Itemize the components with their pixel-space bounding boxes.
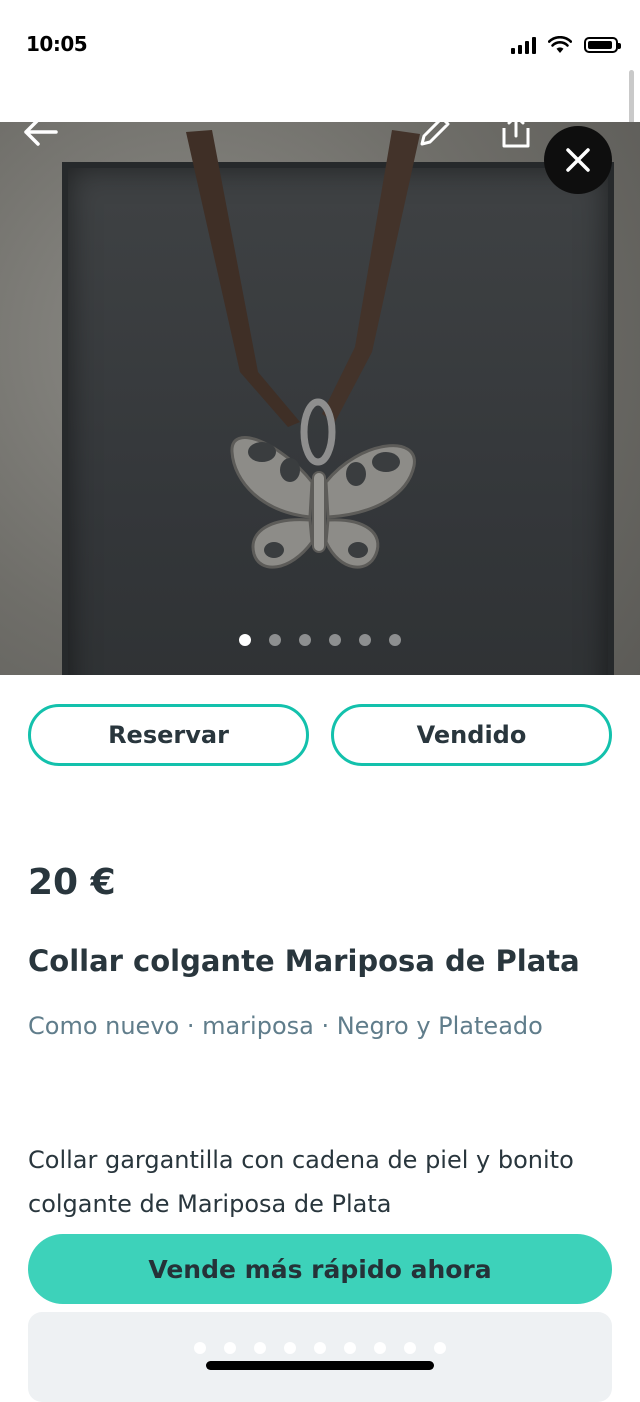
promo-dot	[314, 1342, 326, 1354]
promo-dot	[254, 1342, 266, 1354]
wifi-icon	[548, 36, 572, 53]
reserve-button[interactable]: Reservar	[28, 704, 309, 766]
promo-dot	[284, 1342, 296, 1354]
status-bar: 10:05	[0, 0, 640, 95]
item-attributes: Como nuevo · mariposa · Negro y Plateado	[28, 1012, 543, 1040]
gallery-dot[interactable]	[239, 634, 251, 646]
status-time: 10:05	[26, 32, 88, 56]
gallery-dot[interactable]	[269, 634, 281, 646]
gallery-dot[interactable]	[299, 634, 311, 646]
seller-actions: Reservar Vendido	[28, 704, 612, 766]
share-icon	[502, 122, 530, 148]
item-price: 20 €	[28, 862, 116, 903]
sold-button[interactable]: Vendido	[331, 704, 612, 766]
gallery-dot[interactable]	[389, 634, 401, 646]
promo-dot	[224, 1342, 236, 1354]
promo-carousel-pagination	[0, 1342, 640, 1354]
promo-carousel-card[interactable]	[28, 1312, 612, 1402]
butterfly-necklace-photo	[186, 130, 420, 569]
sell-faster-button[interactable]: Vende más rápido ahora	[28, 1234, 612, 1304]
promo-dot	[344, 1342, 356, 1354]
promo-dot	[404, 1342, 416, 1354]
item-title: Collar colgante Mariposa de Plata	[28, 944, 580, 978]
item-description: Collar gargantilla con cadena de piel y …	[28, 1146, 574, 1218]
close-icon	[566, 148, 590, 172]
battery-icon	[584, 37, 621, 53]
gallery-pagination	[0, 634, 640, 646]
promo-dot	[194, 1342, 206, 1354]
product-image-gallery[interactable]	[0, 122, 640, 675]
pencil-icon	[420, 122, 450, 146]
gallery-dot[interactable]	[359, 634, 371, 646]
promo-dot	[374, 1342, 386, 1354]
back-button[interactable]	[18, 122, 62, 154]
promo-dot	[434, 1342, 446, 1354]
home-indicator[interactable]	[206, 1361, 434, 1370]
edit-button[interactable]	[412, 122, 456, 154]
share-button[interactable]	[494, 122, 538, 154]
cellular-signal-icon	[511, 36, 536, 54]
close-button[interactable]	[544, 126, 612, 194]
status-icons	[511, 36, 621, 54]
gallery-dot[interactable]	[329, 634, 341, 646]
arrow-left-icon	[24, 122, 58, 146]
